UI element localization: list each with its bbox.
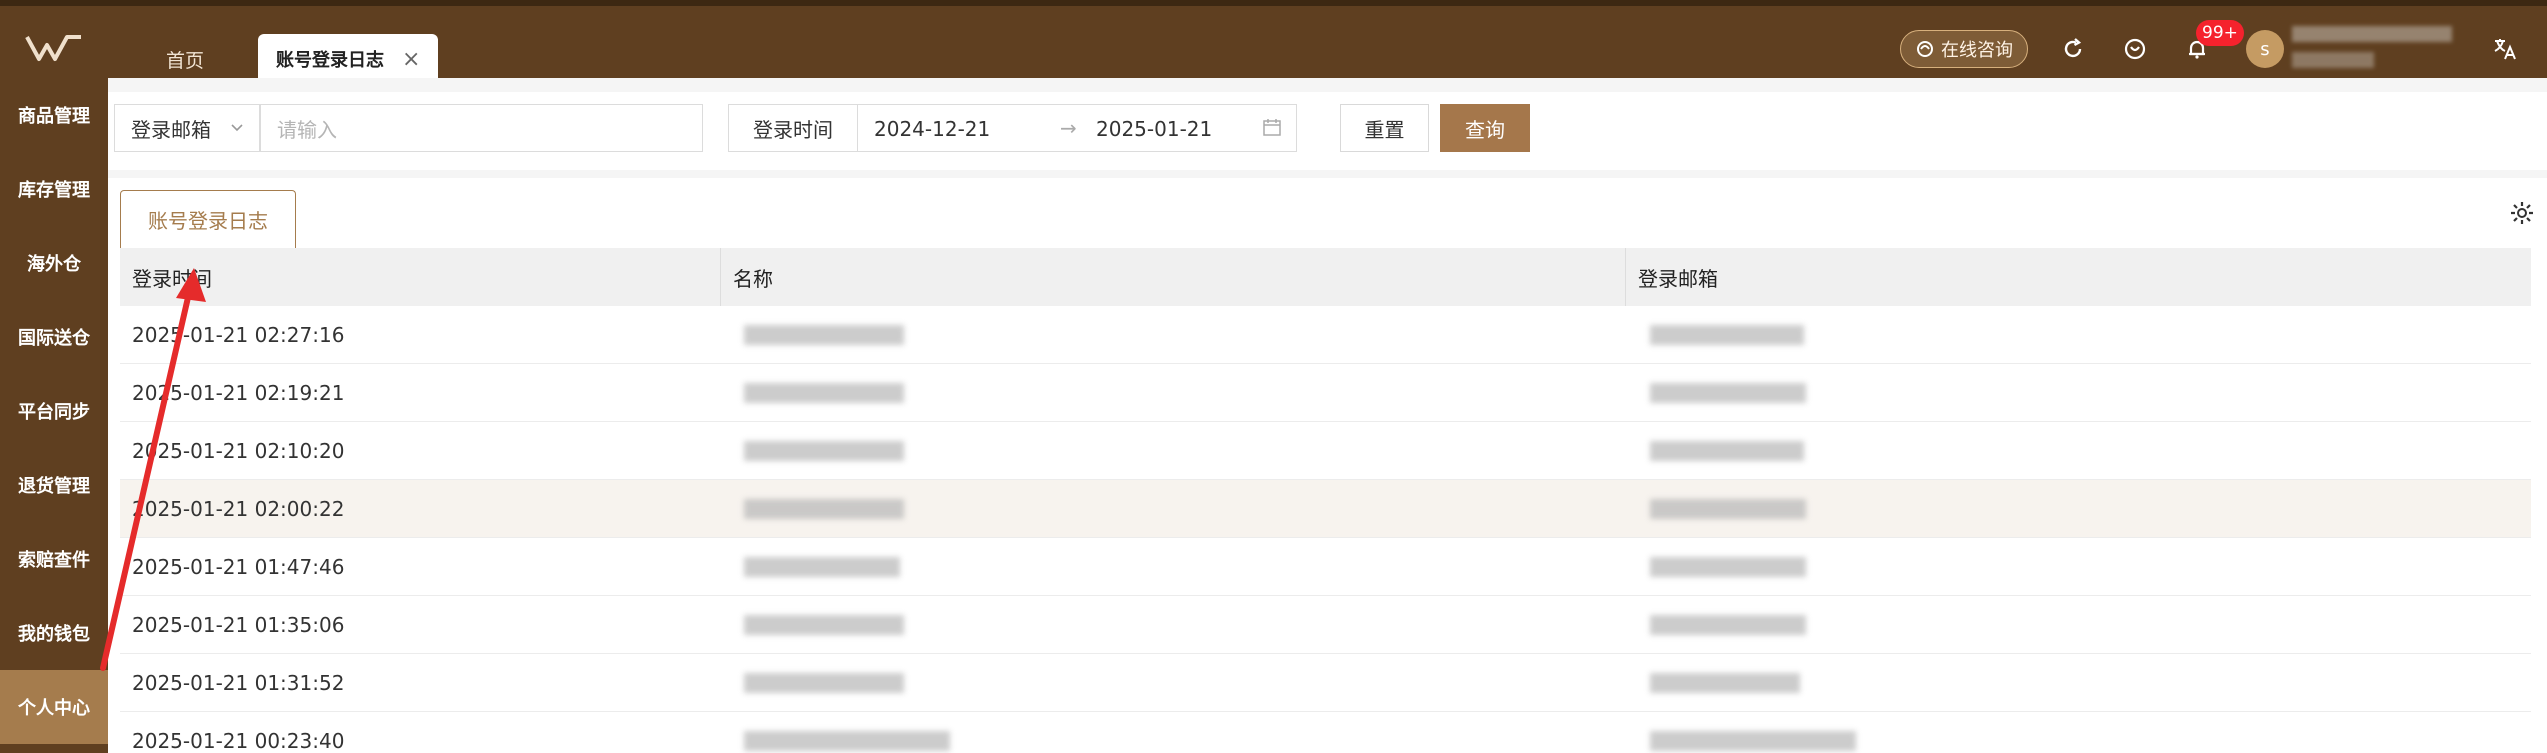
sidebar-item-label: 我的钱包 (18, 624, 90, 645)
avatar[interactable]: s (2246, 30, 2284, 68)
sidebar-item-products[interactable]: 商品管理 (0, 78, 108, 152)
query-button[interactable]: 查询 (1440, 104, 1530, 152)
logo[interactable] (0, 12, 108, 84)
sidebar-item-wallet[interactable]: 我的钱包 (0, 596, 108, 670)
table-row[interactable]: 2025-01-21 02:19:21 (120, 364, 2531, 422)
tab-login-log[interactable]: 账号登录日志 × (258, 34, 438, 84)
cell-email-redacted (1650, 615, 1806, 635)
cell-name-redacted (744, 557, 900, 577)
table-row[interactable]: 2025-01-21 01:31:52 (120, 654, 2531, 712)
email-input[interactable]: 请输入 (260, 104, 703, 152)
login-time-label-text: 登录时间 (753, 117, 833, 142)
chevron-down-icon (231, 124, 243, 132)
cell-login-time: 2025-01-21 01:47:46 (132, 555, 345, 579)
calendar-icon (1263, 119, 1281, 136)
username-redacted (2292, 26, 2452, 42)
date-start[interactable]: 2024-12-21 (874, 117, 990, 141)
table-row[interactable]: 2025-01-21 02:00:22 (120, 480, 2531, 538)
sidebar-item-label: 商品管理 (18, 106, 90, 127)
reset-button-label: 重置 (1364, 117, 1405, 142)
table-panel: 账号登录日志 登录时间 名称 登录邮箱 2025-01-21 02:27:16 … (108, 178, 2547, 753)
sidebar-item-label: 索赔查件 (18, 550, 90, 571)
query-button-label: 查询 (1465, 117, 1505, 142)
cell-email-redacted (1650, 731, 1856, 751)
translate-icon[interactable] (2488, 32, 2522, 66)
sidebar-item-label: 平台同步 (18, 402, 90, 423)
refresh-icon[interactable] (2056, 32, 2090, 66)
cell-login-time: 2025-01-21 02:19:21 (132, 381, 345, 405)
cell-name-redacted (744, 673, 904, 693)
column-header-login-time[interactable]: 登录时间 (120, 248, 720, 306)
sidebar: 商品管理 库存管理 海外仓 国际送仓 平台同步 退货管理 索赔查件 我的钱包 个… (0, 78, 108, 753)
sidebar-item-label: 退货管理 (18, 476, 90, 497)
cell-login-time: 2025-01-21 02:00:22 (132, 497, 345, 521)
sidebar-item-label: 个人中心 (18, 698, 90, 719)
email-select-value: 登录邮箱 (131, 117, 211, 142)
user-subtext-redacted (2292, 52, 2374, 68)
cell-login-time: 2025-01-21 02:10:20 (132, 439, 345, 463)
favorite-icon[interactable] (2118, 32, 2152, 66)
sidebar-item-international-delivery[interactable]: 国际送仓 (0, 300, 108, 374)
cell-login-time: 2025-01-21 01:31:52 (132, 671, 345, 695)
tab-home[interactable]: 首页 (120, 34, 250, 84)
column-header-login-email[interactable]: 登录邮箱 (1625, 248, 2531, 306)
notification-badge: 99+ (2196, 20, 2244, 46)
table-header: 登录时间 名称 登录邮箱 (120, 248, 2531, 306)
cell-login-time: 2025-01-21 00:23:40 (132, 729, 345, 753)
cell-email-redacted (1650, 441, 1804, 461)
sidebar-item-personal-center[interactable]: 个人中心 (0, 670, 108, 744)
email-select[interactable]: 登录邮箱 (114, 104, 260, 152)
cell-email-redacted (1650, 325, 1804, 345)
cell-email-redacted (1650, 557, 1806, 577)
cell-login-time: 2025-01-21 02:27:16 (132, 323, 345, 347)
sidebar-item-inventory[interactable]: 库存管理 (0, 152, 108, 226)
tab-home-label: 首页 (165, 49, 204, 72)
tab-account-login-log-label: 账号登录日志 (148, 209, 268, 233)
table-row[interactable]: 2025-01-21 02:10:20 (120, 422, 2531, 480)
cell-email-redacted (1650, 499, 1806, 519)
sidebar-item-returns[interactable]: 退货管理 (0, 448, 108, 522)
cell-email-redacted (1650, 673, 1800, 693)
table-row[interactable]: 2025-01-21 01:35:06 (120, 596, 2531, 654)
sidebar-item-platform-sync[interactable]: 平台同步 (0, 374, 108, 448)
range-arrow-icon: → (1060, 116, 1077, 140)
reset-button[interactable]: 重置 (1340, 104, 1429, 152)
cell-name-redacted (744, 615, 904, 635)
table-row[interactable]: 2025-01-21 01:47:46 (120, 538, 2531, 596)
tab-account-login-log[interactable]: 账号登录日志 (120, 190, 296, 248)
sidebar-item-label: 库存管理 (18, 180, 90, 201)
main-content: 登录邮箱 请输入 登录时间 2024-12-21 → 2025-01-21 重置… (108, 78, 2547, 753)
date-end[interactable]: 2025-01-21 (1096, 117, 1212, 141)
sidebar-item-overseas-warehouse[interactable]: 海外仓 (0, 226, 108, 300)
gear-icon[interactable] (2509, 200, 2535, 226)
email-input-placeholder: 请输入 (277, 117, 337, 142)
consult-icon (1917, 41, 1933, 57)
date-range-picker[interactable]: 2024-12-21 → 2025-01-21 (857, 104, 1297, 152)
sidebar-item-label: 海外仓 (27, 254, 81, 275)
online-consult-button[interactable]: 在线咨询 (1900, 30, 2028, 68)
cell-name-redacted (744, 383, 904, 403)
cell-login-time: 2025-01-21 01:35:06 (132, 613, 345, 637)
column-header-name[interactable]: 名称 (720, 248, 1625, 306)
sidebar-item-claims[interactable]: 索赔查件 (0, 522, 108, 596)
tab-login-log-label: 账号登录日志 (276, 50, 384, 71)
cell-name-redacted (744, 499, 904, 519)
logo-icon (25, 35, 81, 61)
cell-name-redacted (744, 731, 950, 751)
login-time-label: 登录时间 (728, 104, 858, 152)
sidebar-item-label: 国际送仓 (18, 328, 90, 349)
online-consult-label: 在线咨询 (1941, 40, 2013, 61)
filter-bar: 登录邮箱 请输入 登录时间 2024-12-21 → 2025-01-21 重置… (108, 92, 2547, 170)
table-row[interactable]: 2025-01-21 00:23:40 (120, 712, 2531, 753)
cell-name-redacted (744, 441, 904, 461)
close-icon[interactable]: × (402, 47, 420, 72)
cell-name-redacted (744, 325, 904, 345)
cell-email-redacted (1650, 383, 1806, 403)
table-row[interactable]: 2025-01-21 02:27:16 (120, 306, 2531, 364)
top-bar: 首页 账号登录日志 × 在线咨询 99+ s (0, 0, 2547, 84)
